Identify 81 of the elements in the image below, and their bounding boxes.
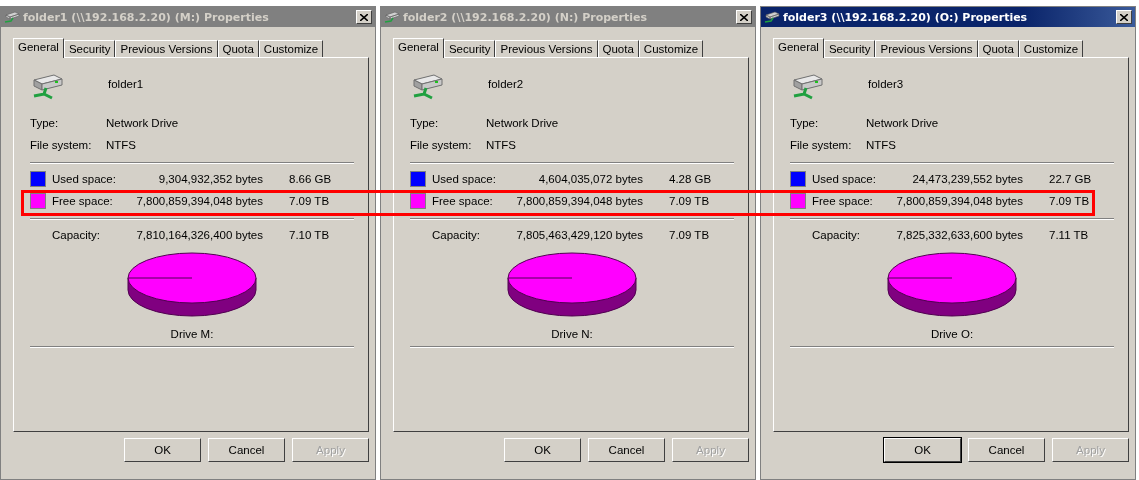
network-drive-icon xyxy=(410,72,444,102)
tab[interactable]: Previous Versions xyxy=(875,40,978,57)
capacity-bytes: 7,810,164,326,400 bytes xyxy=(135,229,263,241)
tab[interactable]: Quota xyxy=(597,40,639,57)
window-title: folder1 (\\192.168.2.20) (M:) Properties xyxy=(23,10,270,24)
capacity-size: 7.09 TB xyxy=(669,229,711,241)
space-size: 4.28 GB xyxy=(669,173,713,185)
close-icon xyxy=(360,13,368,21)
tab[interactable]: Quota xyxy=(977,40,1019,57)
field-label: File system: xyxy=(410,139,473,151)
drive-name: folder1 xyxy=(108,77,144,92)
tab[interactable]: Customize xyxy=(1018,40,1084,57)
drive-label: Drive O: xyxy=(929,328,975,340)
field-label: Type: xyxy=(410,117,440,129)
space-bytes: 7,800,859,394,048 bytes xyxy=(895,195,1023,207)
capacity-bytes: 7,805,463,429,120 bytes xyxy=(515,229,643,241)
dialog-button[interactable]: OK xyxy=(504,438,581,462)
drive-label: Drive N: xyxy=(550,328,594,340)
field-value: NTFS xyxy=(106,139,138,151)
space-size: 7.09 TB xyxy=(289,195,331,207)
space-label: Free space: xyxy=(432,195,494,207)
capacity-label: Capacity: xyxy=(432,229,481,241)
space-label: Free space: xyxy=(812,195,874,207)
drive-name: folder3 xyxy=(868,77,904,92)
tab[interactable]: Previous Versions xyxy=(495,40,598,57)
field-value: NTFS xyxy=(866,139,898,151)
network-drive-icon xyxy=(4,11,20,23)
space-label: Used space: xyxy=(812,173,877,185)
dialog-button[interactable]: Cancel xyxy=(208,438,285,462)
tab[interactable]: Quota xyxy=(217,40,259,57)
close-button[interactable] xyxy=(736,10,752,24)
field-label: File system: xyxy=(30,139,93,151)
dialog-button[interactable]: Cancel xyxy=(588,438,665,462)
drive-label: Drive M: xyxy=(169,328,215,340)
space-bytes: 24,473,239,552 bytes xyxy=(911,173,1023,185)
space-size: 8.66 GB xyxy=(289,173,333,185)
space-size: 7.09 TB xyxy=(1049,195,1091,207)
network-drive-icon xyxy=(764,11,780,23)
drive-name: folder2 xyxy=(488,77,524,92)
space-size: 7.09 TB xyxy=(669,195,711,207)
space-bytes: 4,604,035,072 bytes xyxy=(537,173,643,185)
space-bytes: 7,800,859,394,048 bytes xyxy=(135,195,263,207)
window-title: folder3 (\\192.168.2.20) (O:) Properties xyxy=(783,10,1029,24)
capacity-label: Capacity: xyxy=(812,229,861,241)
network-drive-icon xyxy=(790,72,824,102)
window-title: folder2 (\\192.168.2.20) (N:) Properties xyxy=(403,10,649,24)
dialog-button[interactable]: Cancel xyxy=(968,438,1045,462)
space-size: 22.7 GB xyxy=(1049,173,1093,185)
field-label: Type: xyxy=(30,117,60,129)
capacity-bytes: 7,825,332,633,600 bytes xyxy=(895,229,1023,241)
tab[interactable]: General xyxy=(13,38,64,58)
space-bytes: 7,800,859,394,048 bytes xyxy=(515,195,643,207)
tab[interactable]: General xyxy=(773,38,824,58)
network-drive-icon xyxy=(30,72,64,102)
dialog-button[interactable]: OK xyxy=(124,438,201,462)
tab[interactable]: Security xyxy=(823,40,876,57)
capacity-size: 7.10 TB xyxy=(289,229,331,241)
field-label: Type: xyxy=(790,117,820,129)
close-icon xyxy=(740,13,748,21)
field-label: File system: xyxy=(790,139,853,151)
field-value: NTFS xyxy=(486,139,518,151)
network-drive-icon xyxy=(384,11,400,23)
dialog-button[interactable]: OK xyxy=(884,438,961,462)
field-value: Network Drive xyxy=(866,117,940,129)
close-button[interactable] xyxy=(1116,10,1132,24)
capacity-label: Capacity: xyxy=(52,229,101,241)
capacity-size: 7.11 TB xyxy=(1049,229,1090,241)
tab[interactable]: Security xyxy=(443,40,496,57)
close-button[interactable] xyxy=(356,10,372,24)
close-icon xyxy=(1120,13,1128,21)
tab[interactable]: Previous Versions xyxy=(115,40,218,57)
space-label: Used space: xyxy=(52,173,117,185)
tab[interactable]: Security xyxy=(63,40,116,57)
field-value: Network Drive xyxy=(486,117,560,129)
tab[interactable]: Customize xyxy=(258,40,324,57)
space-bytes: 9,304,932,352 bytes xyxy=(157,173,263,185)
space-label: Free space: xyxy=(52,195,114,207)
tab[interactable]: General xyxy=(393,38,444,58)
space-label: Used space: xyxy=(432,173,497,185)
tab[interactable]: Customize xyxy=(638,40,704,57)
field-value: Network Drive xyxy=(106,117,180,129)
